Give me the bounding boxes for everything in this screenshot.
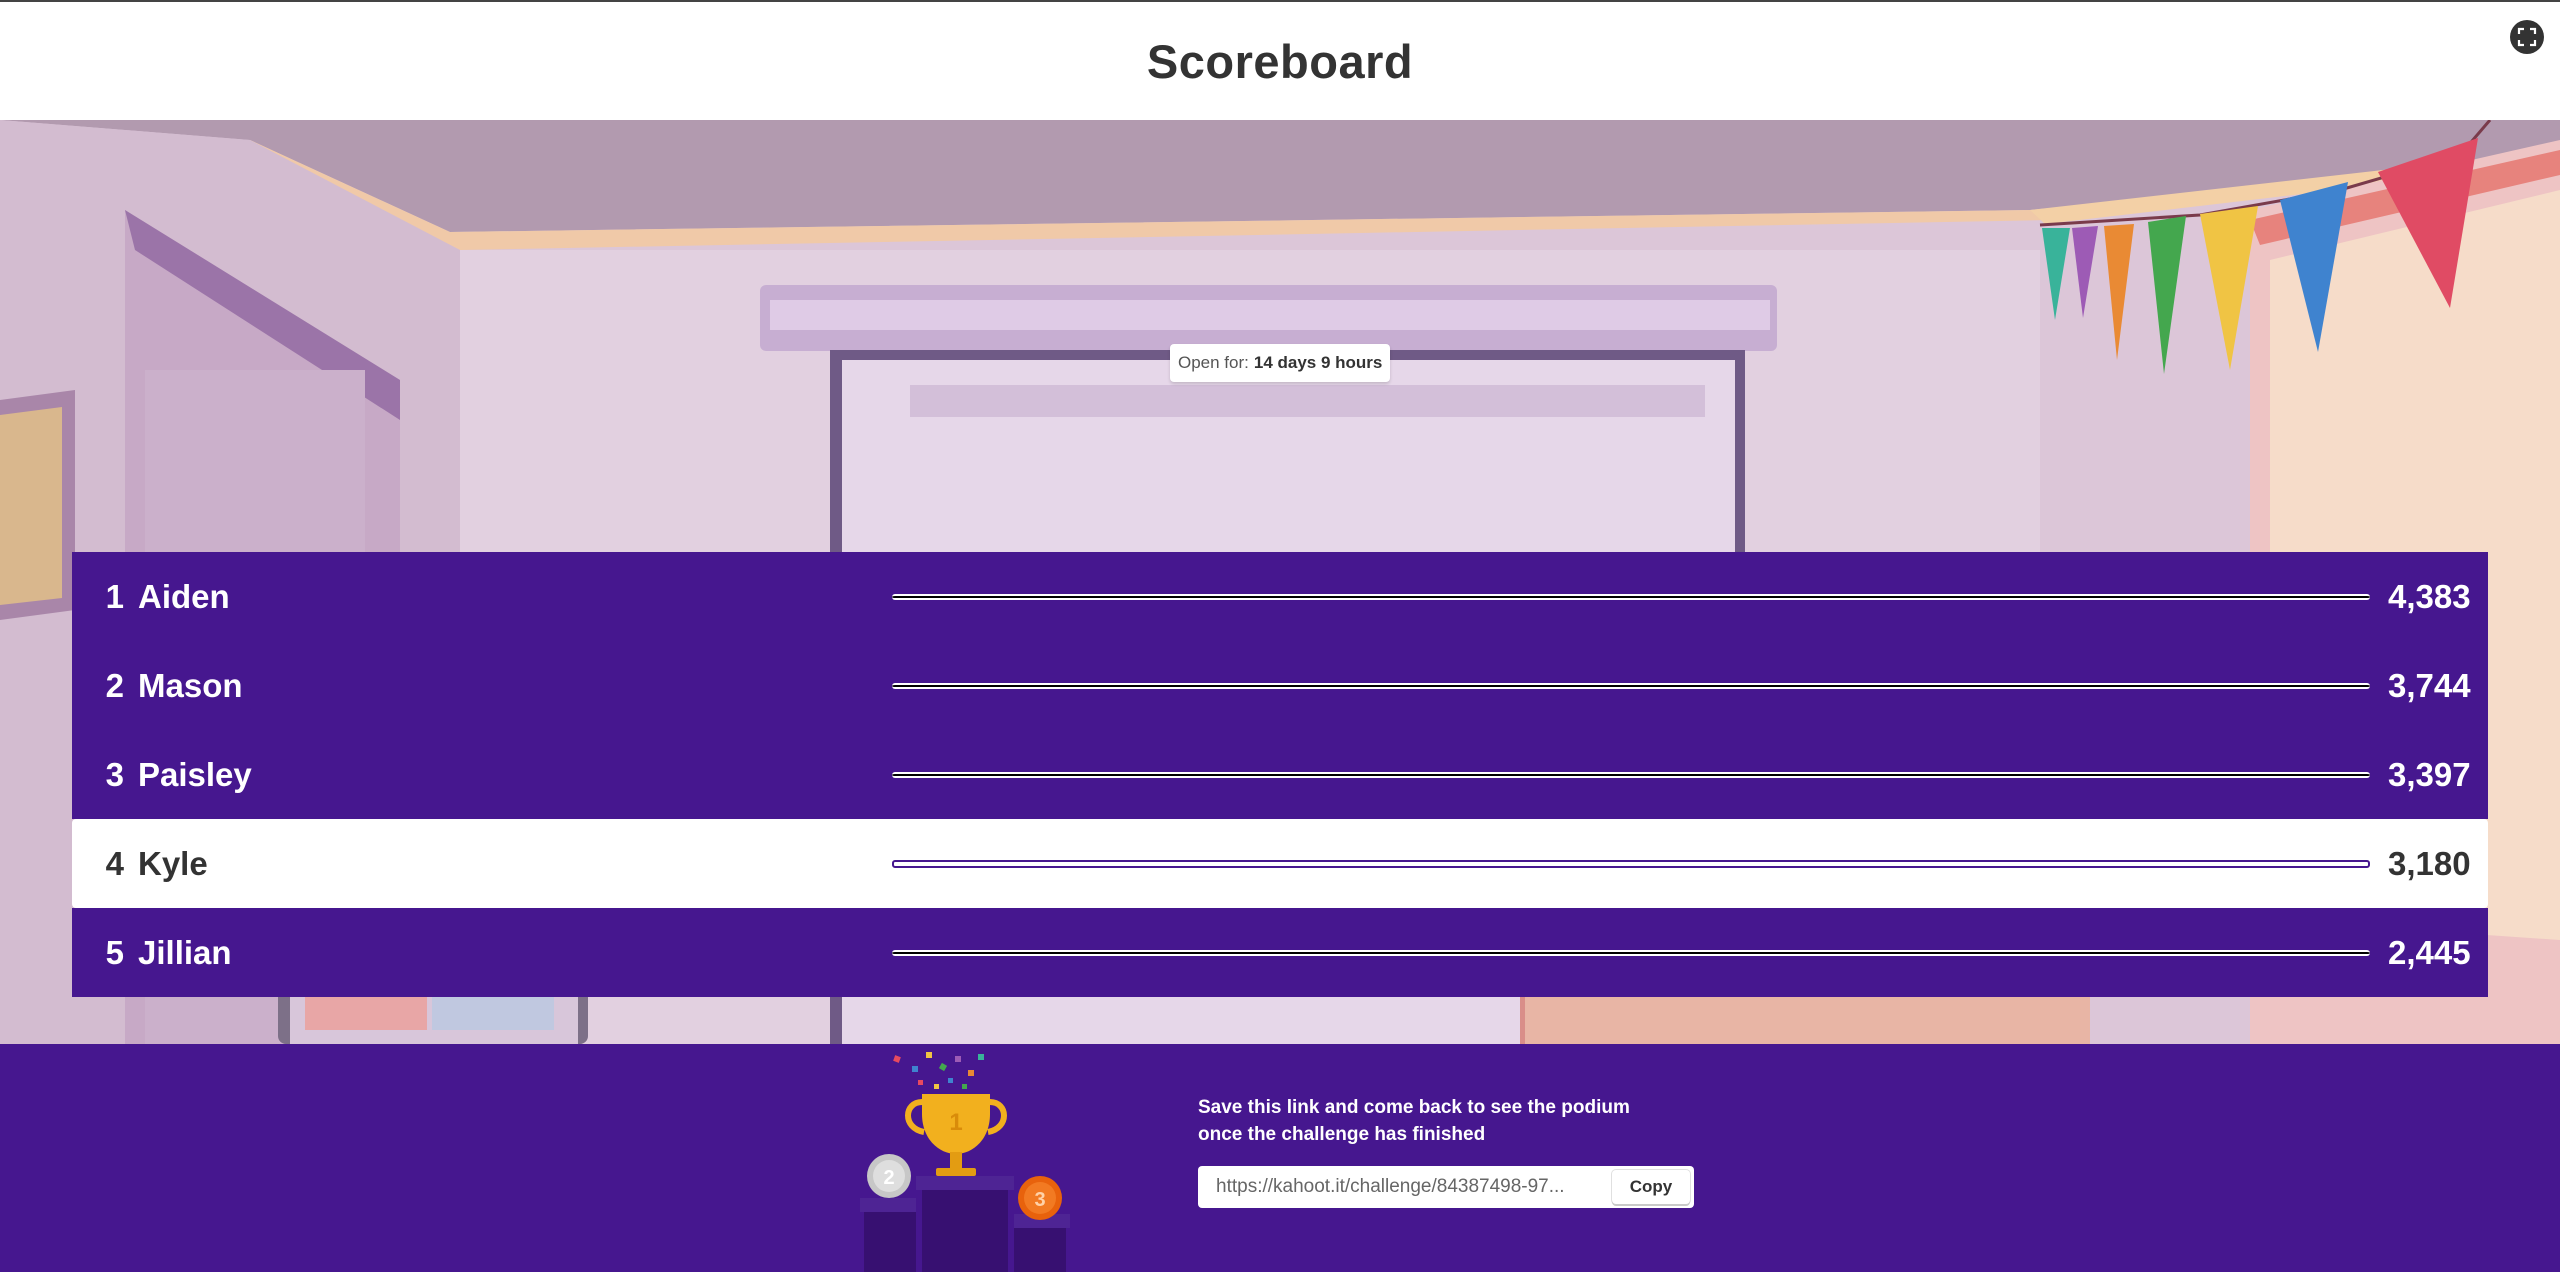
score-bar [892,949,2370,956]
scoreboard-row-3: 3 Paisley 3,397 [72,730,2488,819]
player-rank: 3 [105,755,124,793]
player-name: Paisley [138,755,252,793]
player-rank: 1 [105,577,124,615]
classroom-background: Open for: 14 days 9 hours 1 Aiden 4,383 … [0,120,2560,1044]
score-bar [892,859,2370,868]
score-bar-track [892,771,2370,778]
player-score: 3,397 [2388,755,2471,793]
challenge-link-input[interactable] [1198,1176,1612,1198]
page-title: Scoreboard [1146,34,1414,88]
player-name: Jillian [138,933,232,971]
podium-first-label: 1 [949,1109,962,1136]
scoreboard-row-2: 2 Mason 3,744 [72,641,2488,730]
open-for-value: 14 days 9 hours [1253,353,1383,372]
scoreboard-row-4-current-player: 4 Kyle 3,180 [72,819,2488,908]
player-name: Aiden [138,577,230,615]
scoreboard-row-5: 5 Jillian 2,445 [72,908,2488,997]
score-bar-track [892,949,2370,956]
score-bar-track [892,682,2370,689]
top-bar: Scoreboard [0,0,2560,120]
podium-illustration: 1 2 3 [860,1052,1070,1272]
open-for-label: Open for: [1178,353,1249,372]
scoreboard-list: 1 Aiden 4,383 2 Mason 3,744 3 Paisley 3,… [72,552,2488,997]
score-bar [892,682,2370,689]
player-rank: 5 [105,933,124,971]
score-bar [892,771,2370,778]
fullscreen-button[interactable] [2510,20,2544,54]
podium-third-label: 3 [1034,1189,1045,1211]
trophy-icon: 1 [905,1094,1007,1176]
open-for-badge: Open for: 14 days 9 hours [1170,344,1391,382]
player-name: Mason [138,666,243,704]
player-name: Kyle [138,844,208,882]
fullscreen-icon [2517,27,2537,47]
player-score: 3,180 [2388,844,2471,882]
save-link-message-line1: Save this link and come back to see the … [1198,1097,1630,1118]
score-bar [892,593,2370,600]
save-link-message: Save this link and come back to see the … [1198,1094,1718,1148]
score-bar-track [892,593,2370,600]
score-bar-track [892,859,2370,868]
player-score: 2,445 [2388,933,2471,971]
player-rank: 4 [105,844,124,882]
player-score: 3,744 [2388,666,2471,704]
footer-panel: 1 2 3 Save this link and come back to se… [0,1044,2560,1272]
save-link-message-line2: once the challenge has finished [1198,1124,1486,1145]
scoreboard-row-1: 1 Aiden 4,383 [72,552,2488,641]
podium-second-label: 2 [883,1167,894,1189]
challenge-link-box: Copy [1198,1166,1694,1208]
player-score: 4,383 [2388,577,2471,615]
player-rank: 2 [105,666,124,704]
copy-link-button[interactable]: Copy [1612,1170,1690,1204]
